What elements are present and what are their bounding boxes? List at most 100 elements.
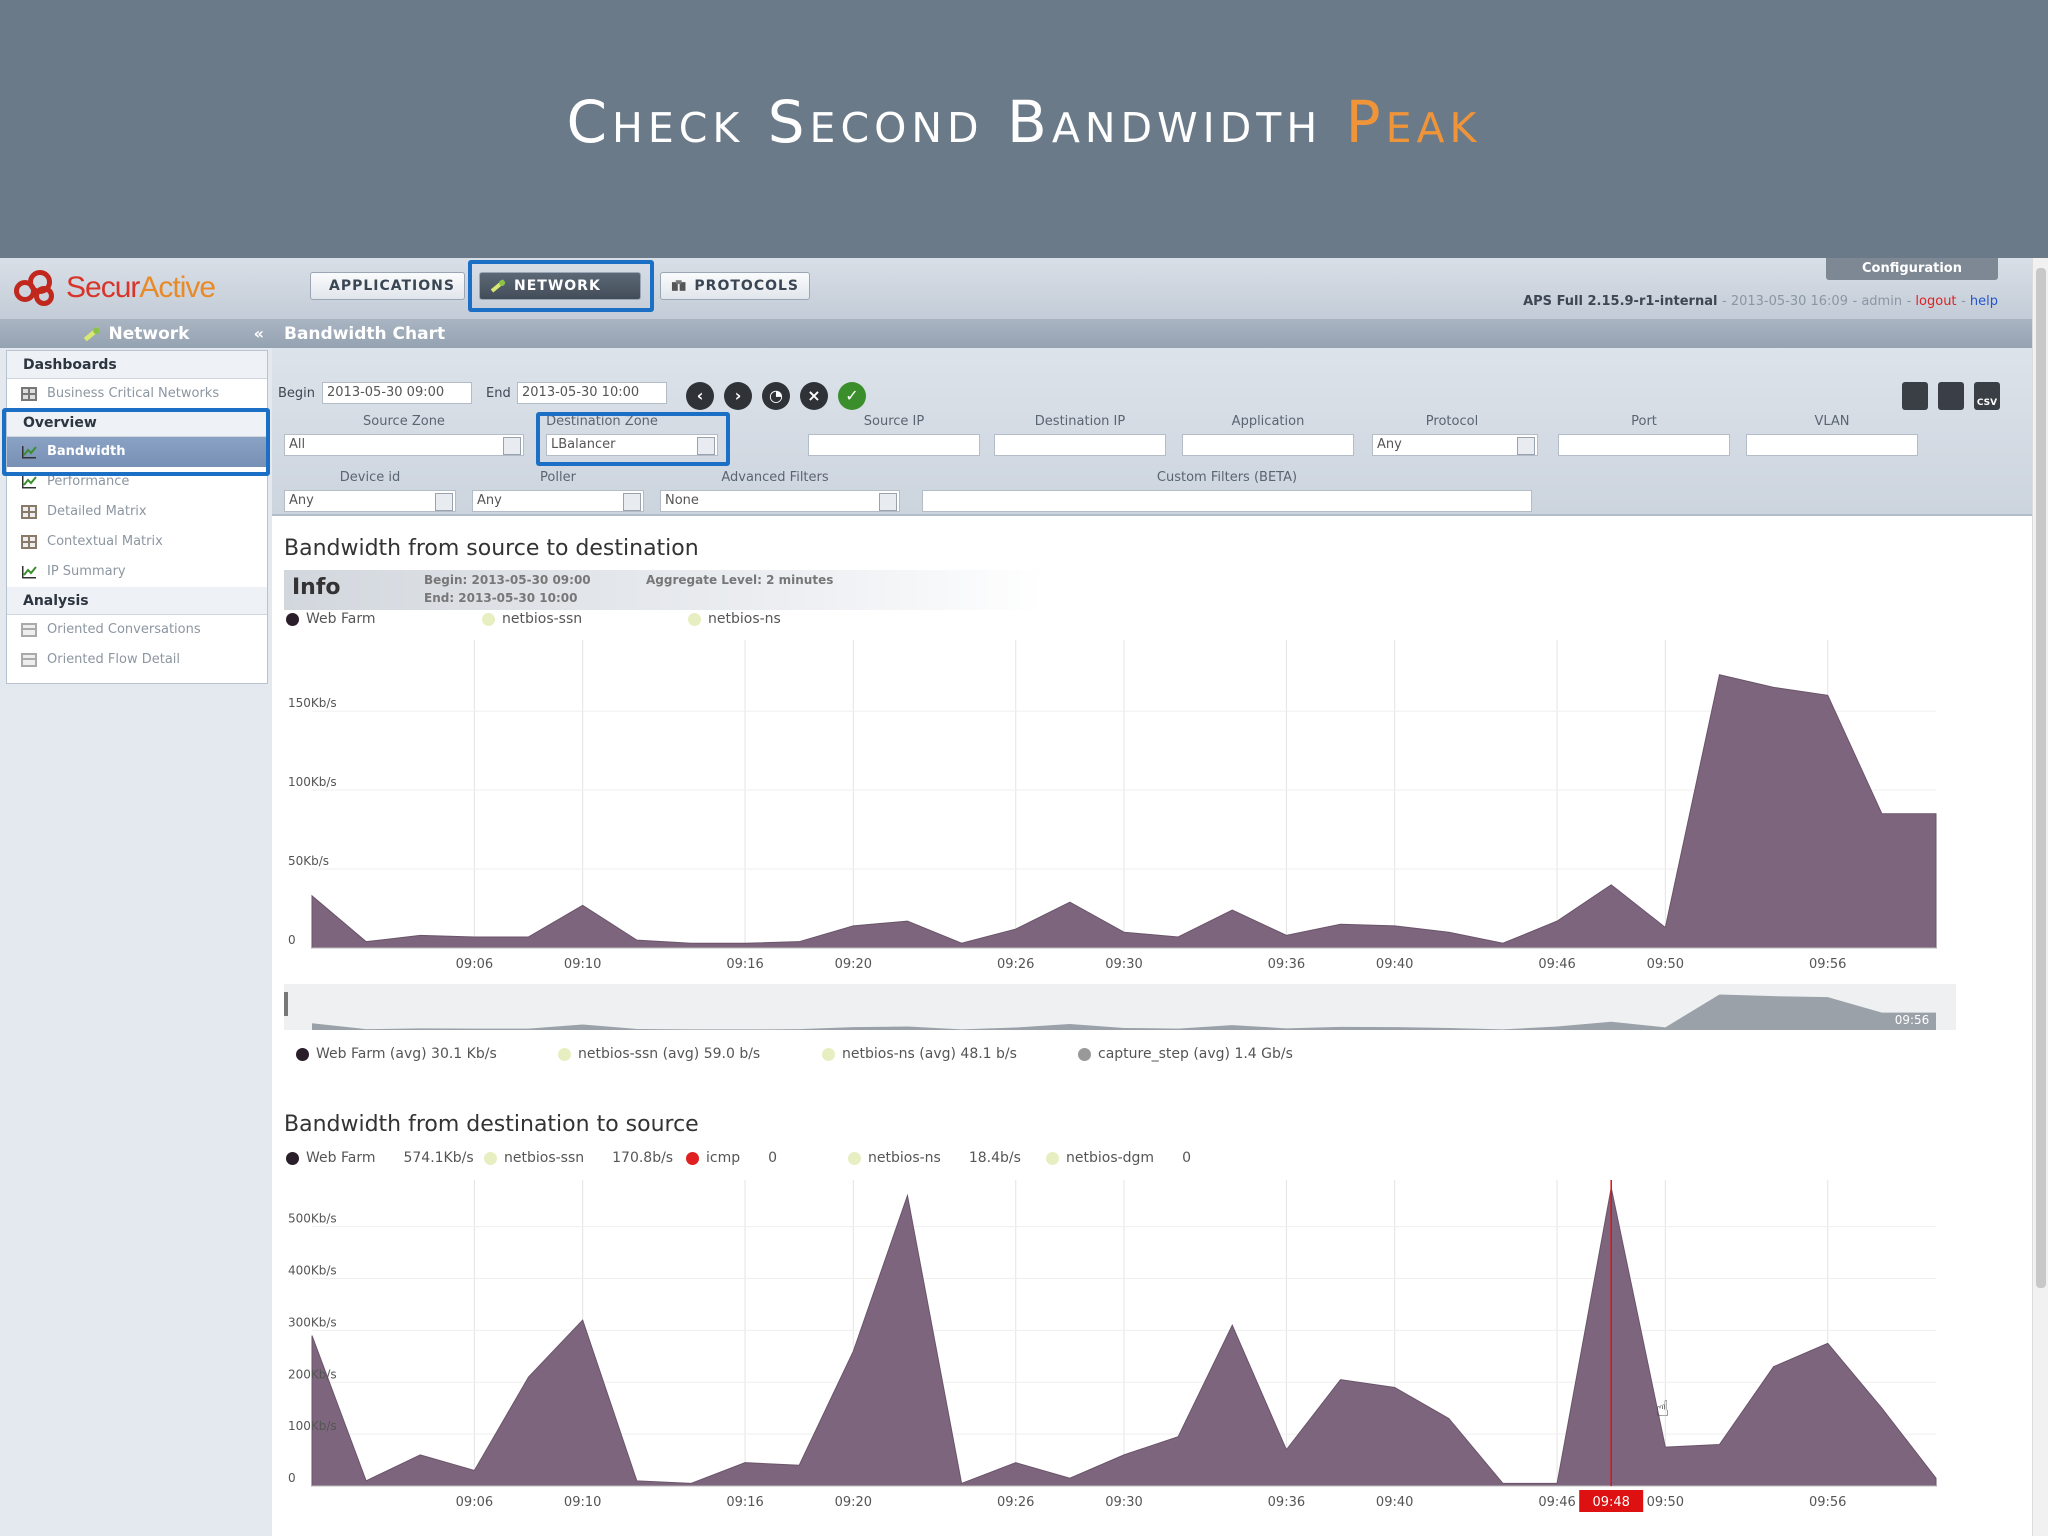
advanced-filters-select[interactable]: None <box>660 490 900 512</box>
legend-dot <box>286 1151 299 1165</box>
application-input[interactable] <box>1182 434 1354 456</box>
legend-label: netbios-ns <box>868 1150 941 1166</box>
application-label: Application <box>1231 414 1305 429</box>
sidebar-item-performance[interactable]: Performance <box>7 467 267 497</box>
tab-applications[interactable]: APPLICATIONS <box>310 272 465 300</box>
legend-dot <box>482 612 495 626</box>
legend-label: netbios-dgm <box>1066 1150 1155 1166</box>
end-label: End <box>486 386 511 401</box>
slide-title: Check Second Bandwidth Peak <box>0 88 2048 156</box>
chart-1-avg-netbios-ssn[interactable]: netbios-ssn (avg) 59.0 b/s <box>558 1046 760 1062</box>
previous-period-button[interactable]: ‹ <box>686 382 714 410</box>
source-ip-input[interactable] <box>808 434 980 456</box>
legend-dot <box>686 1151 699 1165</box>
page-scrollbar[interactable] <box>2032 258 2048 1536</box>
sidebar-item-business-critical-networks[interactable]: Business Critical Networks <box>7 379 267 409</box>
timestamp-text: 2013-05-30 16:09 <box>1730 294 1848 309</box>
vlan-input[interactable] <box>1746 434 1918 456</box>
begin-date-input[interactable]: 2013-05-30 09:00 <box>322 382 472 404</box>
version-text: APS Full 2.15.9-r1-internal <box>1523 294 1718 309</box>
hand-cursor-icon: ☝ <box>1656 1397 1669 1422</box>
legend-label: netbios-ns (avg) 48.1 b/s <box>842 1046 1017 1062</box>
sidebar-item-oriented-conversations[interactable]: Oriented Conversations <box>7 615 267 645</box>
logo-mark-icon <box>14 268 60 308</box>
chart-1-avg-web-farm[interactable]: Web Farm (avg) 30.1 Kb/s <box>296 1046 497 1062</box>
tab-network[interactable]: NETWORK <box>479 272 641 300</box>
sidebar-group-dashboards: Dashboards <box>7 351 267 379</box>
filter-panel: Begin 2013-05-30 09:00 End 2013-05-30 10… <box>272 348 2032 516</box>
x-tick-label: 09:26 <box>997 1495 1034 1510</box>
collapse-sidebar-icon[interactable]: « <box>254 324 264 343</box>
configuration-button[interactable]: Configuration <box>1826 258 1998 280</box>
chart-2-legend-netbios-ns[interactable]: netbios-ns 18.4b/s <box>848 1150 1021 1166</box>
sidebar-group-analysis: Analysis <box>7 587 267 615</box>
x-tick-label: 09:46 <box>1538 957 1575 972</box>
destination-ip-label: Destination IP <box>1034 414 1126 429</box>
destination-zone-select[interactable]: LBalancer <box>546 434 718 456</box>
legend-label: capture_step (avg) 1.4 Gb/s <box>1098 1046 1293 1062</box>
protocol-select[interactable]: Any <box>1372 434 1538 456</box>
device-id-label: Device id <box>339 470 401 485</box>
help-link[interactable]: help <box>1970 294 1998 309</box>
table-icon <box>21 653 37 667</box>
sidebar-item-label: Performance <box>47 474 130 489</box>
chart-1-legend-netbios-ns[interactable]: netbios-ns <box>688 611 781 627</box>
sidebar-item-oriented-flow-detail[interactable]: Oriented Flow Detail <box>7 645 267 675</box>
poller-select[interactable]: Any <box>472 490 644 512</box>
x-tick-label: 09:30 <box>1105 957 1142 972</box>
info-label: Info <box>292 575 341 600</box>
sidebar-item-label: IP Summary <box>47 564 126 579</box>
begin-label: Begin <box>278 386 316 401</box>
csv-export-icon[interactable]: CSV <box>1974 382 2000 410</box>
export-image-icon[interactable] <box>1902 382 1928 410</box>
navigator-handle-left <box>284 992 288 1016</box>
scrollbar-thumb[interactable] <box>2036 268 2046 1288</box>
clock-button[interactable]: ◔ <box>762 382 790 410</box>
logout-link[interactable]: logout <box>1915 294 1956 309</box>
y-tick-label: 500Kb/s <box>288 1212 337 1226</box>
destination-ip-input[interactable] <box>994 434 1166 456</box>
slide-title-accent: Peak <box>1345 88 1482 156</box>
chart-2-legend-netbios-dgm[interactable]: netbios-dgm 0 <box>1046 1150 1191 1166</box>
help-separator: - <box>1961 294 1970 309</box>
apply-button[interactable]: ✓ <box>838 382 866 410</box>
legend-dot <box>484 1151 497 1165</box>
version-line: APS Full 2.15.9-r1-internal - 2013-05-30… <box>1523 294 1998 309</box>
sidebar-item-bandwidth[interactable]: Bandwidth <box>7 437 267 467</box>
legend-value: 0 <box>1182 1150 1191 1166</box>
chart-1-legend-netbios-ssn[interactable]: netbios-ssn <box>482 611 582 627</box>
legend-dot <box>558 1047 571 1061</box>
port-input[interactable] <box>1558 434 1730 456</box>
x-tick-label: 09:48 <box>1592 1495 1629 1510</box>
sidebar-item-ip-summary[interactable]: IP Summary <box>7 557 267 587</box>
tab-protocols[interactable]: PROTOCOLS <box>660 272 810 300</box>
chart-2-legend-netbios-ssn[interactable]: netbios-ssn 170.8b/s <box>484 1150 673 1166</box>
table-icon <box>21 505 37 519</box>
next-period-button[interactable]: › <box>724 382 752 410</box>
sidebar-item-detailed-matrix[interactable]: Detailed Matrix <box>7 497 267 527</box>
securactive-logo[interactable]: SecurActive <box>14 266 216 310</box>
y-tick-label: 150Kb/s <box>288 696 337 710</box>
chart-2-legend-icmp[interactable]: icmp 0 <box>686 1150 777 1166</box>
end-date-input[interactable]: 2013-05-30 10:00 <box>517 382 667 404</box>
chart-icon <box>22 476 37 489</box>
chart-1-legend-web-farm[interactable]: Web Farm <box>286 611 375 627</box>
print-icon[interactable] <box>1938 382 1964 410</box>
main-title: Bandwidth Chart <box>272 320 2032 348</box>
legend-label: icmp <box>706 1150 741 1166</box>
sidebar-item-label: Oriented Flow Detail <box>47 652 181 667</box>
device-id-select[interactable]: Any <box>284 490 456 512</box>
navigator-label: 09:56 <box>1895 1013 1930 1027</box>
chart-1-avg-capture-step[interactable]: capture_step (avg) 1.4 Gb/s <box>1078 1046 1293 1062</box>
chart-2-title: Bandwidth from destination to source <box>284 1112 699 1137</box>
custom-filters-input[interactable] <box>922 490 1532 512</box>
x-tick-label: 09:40 <box>1376 1495 1413 1510</box>
tab-applications-label: APPLICATIONS <box>329 278 455 294</box>
source-zone-select[interactable]: All <box>284 434 524 456</box>
x-tick-label: 09:20 <box>835 957 872 972</box>
sidebar-item-label: Bandwidth <box>47 444 126 459</box>
clear-button[interactable]: × <box>800 382 828 410</box>
chart-1-avg-netbios-ns[interactable]: netbios-ns (avg) 48.1 b/s <box>822 1046 1017 1062</box>
chart-2-legend-web-farm[interactable]: Web Farm 574.1Kb/s <box>286 1150 474 1166</box>
sidebar-item-contextual-matrix[interactable]: Contextual Matrix <box>7 527 267 557</box>
